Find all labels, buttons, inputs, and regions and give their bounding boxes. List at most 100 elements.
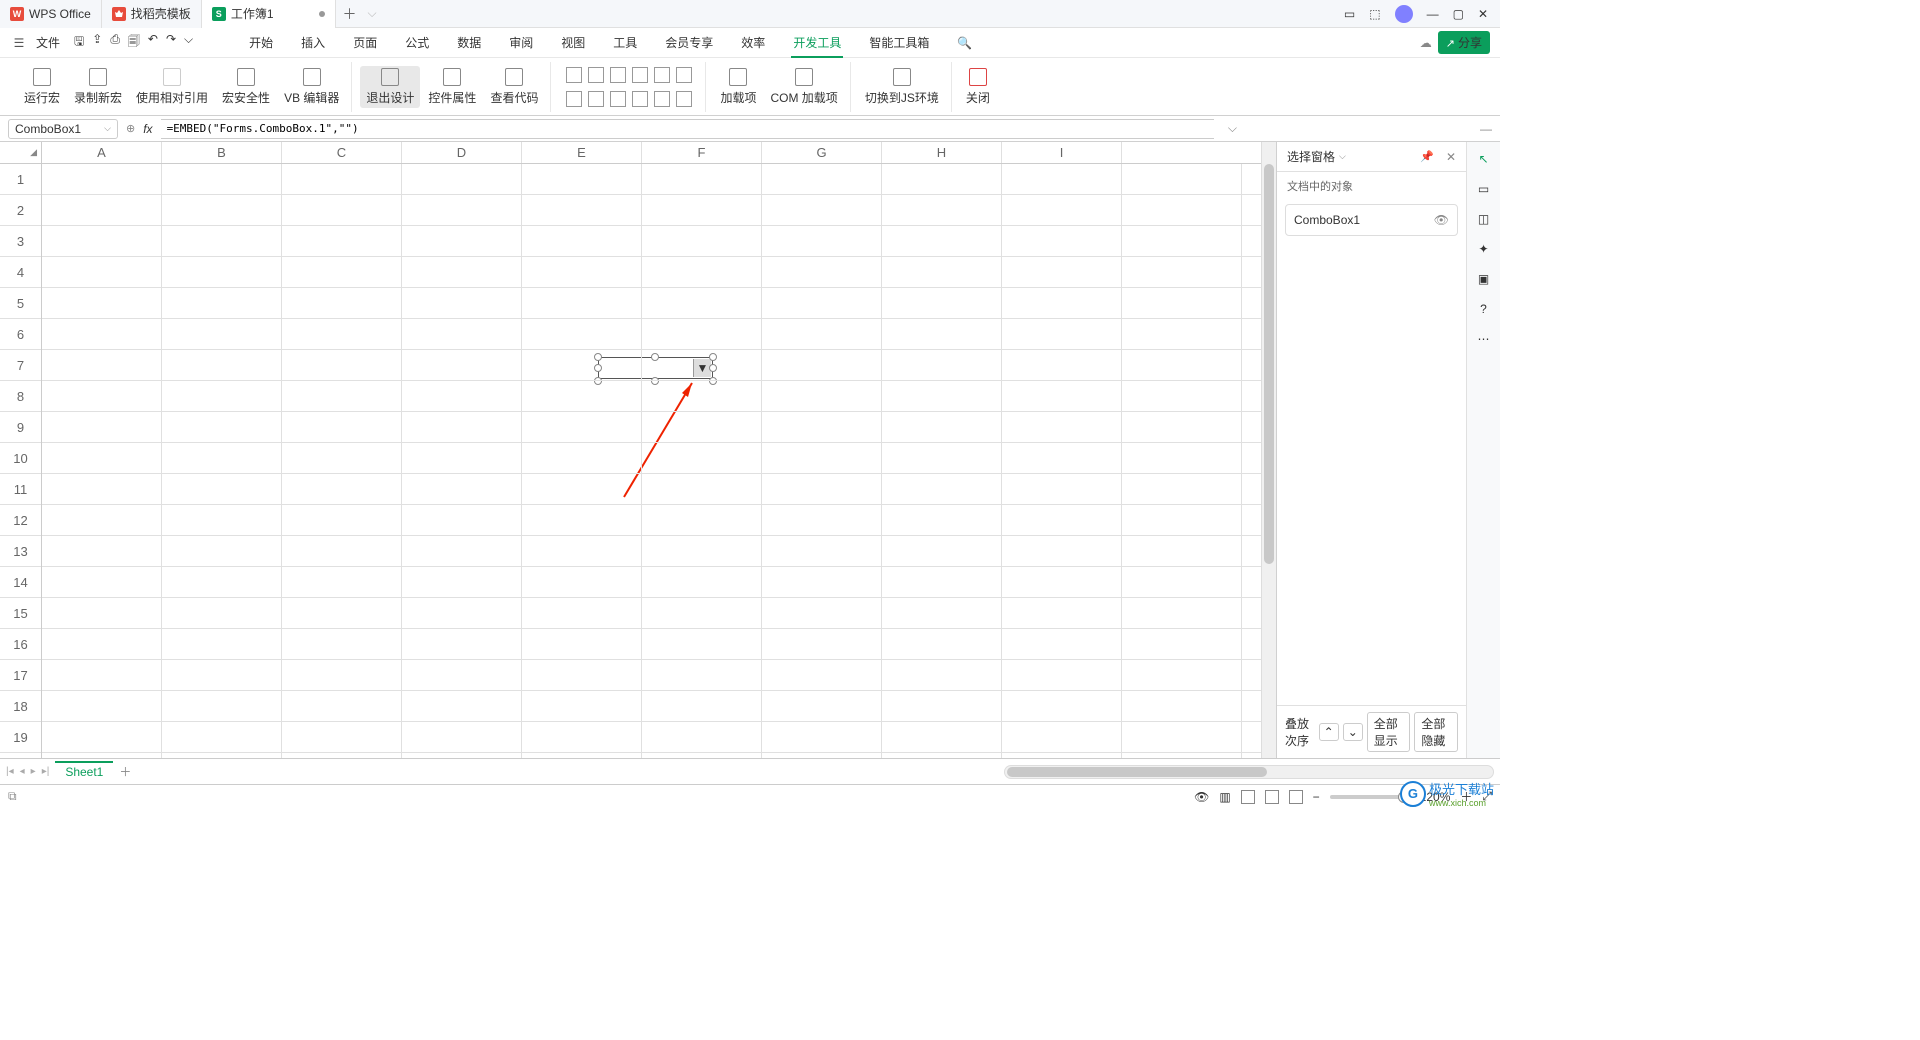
zoom-out-button[interactable]: − <box>1313 790 1320 804</box>
maximize-button[interactable]: ▢ <box>1453 7 1464 21</box>
row-header[interactable]: 19 <box>0 722 41 753</box>
more-icon[interactable]: ⋯ <box>1478 332 1490 346</box>
sheet-tab[interactable]: Sheet1 <box>55 762 113 782</box>
status-icon[interactable]: ⧉ <box>8 789 17 804</box>
row-header[interactable]: 11 <box>0 474 41 505</box>
ctrl-icon[interactable] <box>610 67 626 83</box>
vb-editor-button[interactable]: VB 编辑器 <box>278 66 345 108</box>
eye-icon[interactable]: 👁 <box>1194 790 1209 804</box>
shape-icon[interactable]: ✦ <box>1478 242 1488 256</box>
control-props-button[interactable]: 控件属性 <box>422 66 482 108</box>
row-header[interactable]: 14 <box>0 567 41 598</box>
expand-fbar-icon[interactable]: ⌵ <box>1228 121 1237 136</box>
switch-js-button[interactable]: 切换到JS环境 <box>859 66 945 108</box>
next-sheet-icon[interactable]: ▸ <box>31 766 36 777</box>
row-header[interactable]: 16 <box>0 629 41 660</box>
row-header[interactable]: 2 <box>0 195 41 226</box>
row-header[interactable]: 17 <box>0 660 41 691</box>
scroll-thumb[interactable] <box>1264 164 1274 564</box>
col-header[interactable]: I <box>1002 142 1122 163</box>
view-code-button[interactable]: 查看代码 <box>484 66 544 108</box>
panel-toggle-icon[interactable]: ▥ <box>1219 790 1230 804</box>
add-sheet-button[interactable]: ＋ <box>119 763 131 780</box>
fullscreen-icon[interactable]: ⤢ <box>1482 789 1492 804</box>
row-header[interactable]: 7 <box>0 350 41 381</box>
zoom-value[interactable]: 220% <box>1420 790 1451 804</box>
resize-handle[interactable] <box>594 377 602 385</box>
app-tab-wps[interactable]: W WPS Office <box>0 0 102 28</box>
row-header[interactable]: 8 <box>0 381 41 412</box>
row-header[interactable]: 18 <box>0 691 41 722</box>
ctrl-icon[interactable] <box>654 67 670 83</box>
ctrl-icon[interactable] <box>676 67 692 83</box>
avatar[interactable] <box>1395 5 1413 23</box>
com-addins-button[interactable]: COM 加载项 <box>764 66 843 108</box>
ctrl-icon[interactable] <box>632 91 648 107</box>
close-panel-button[interactable]: 关闭 <box>960 66 996 108</box>
vertical-scrollbar[interactable] <box>1261 142 1276 758</box>
layout-icon[interactable]: ▭ <box>1344 7 1355 21</box>
menu-efficiency[interactable]: 效率 <box>739 28 767 58</box>
hide-all-button[interactable]: 全部隐藏 <box>1414 712 1458 752</box>
row-header[interactable]: 5 <box>0 288 41 319</box>
menu-devtools[interactable]: 开发工具 <box>791 28 843 58</box>
close-pane-icon[interactable]: ✕ <box>1446 150 1456 164</box>
export-icon[interactable]: ⇪ <box>92 32 102 53</box>
row-header[interactable]: 6 <box>0 319 41 350</box>
pin-icon[interactable]: 📌 <box>1420 150 1434 163</box>
panel-icon[interactable]: ▭ <box>1478 182 1489 196</box>
col-header[interactable]: H <box>882 142 1002 163</box>
tab-dropdown-icon[interactable]: ⌵ <box>368 6 377 21</box>
menu-start[interactable]: 开始 <box>247 28 275 58</box>
hamburger-icon[interactable]: ☰ <box>10 34 28 52</box>
undo-icon[interactable]: ↶ <box>148 32 158 53</box>
record-macro-button[interactable]: 录制新宏 <box>68 66 128 108</box>
new-tab-button[interactable]: ＋ <box>336 4 364 24</box>
row-header[interactable]: 10 <box>0 443 41 474</box>
ctrl-icon[interactable] <box>654 91 670 107</box>
exit-design-button[interactable]: 退出设计 <box>360 66 420 108</box>
ctrl-icon[interactable] <box>676 91 692 107</box>
ctrl-icon[interactable] <box>588 67 604 83</box>
image-icon[interactable]: ▣ <box>1478 272 1489 286</box>
menu-smart[interactable]: 智能工具箱 <box>867 28 931 58</box>
run-macro-button[interactable]: 运行宏 <box>18 66 66 108</box>
menu-data[interactable]: 数据 <box>455 28 483 58</box>
zoom-in-button[interactable]: ＋ <box>1460 788 1472 805</box>
menu-member[interactable]: 会员专享 <box>663 28 715 58</box>
print-icon[interactable]: ⎙ <box>110 32 120 53</box>
col-header[interactable]: F <box>642 142 762 163</box>
ctrl-icon[interactable] <box>632 67 648 83</box>
collapse-icon[interactable]: — <box>1480 122 1492 136</box>
resize-handle[interactable] <box>709 353 717 361</box>
row-header[interactable]: 9 <box>0 412 41 443</box>
help-icon[interactable]: ? <box>1480 302 1487 316</box>
view-break-icon[interactable] <box>1289 790 1303 804</box>
horizontal-scrollbar[interactable] <box>1004 765 1494 779</box>
ctrl-icon[interactable] <box>566 91 582 107</box>
macro-security-button[interactable]: 宏安全性 <box>216 66 276 108</box>
last-sheet-icon[interactable]: ▸| <box>42 766 50 777</box>
col-header[interactable]: E <box>522 142 642 163</box>
zoom-field-icon[interactable]: ⊕ <box>126 122 135 135</box>
row-header[interactable]: 13 <box>0 536 41 567</box>
minimize-button[interactable]: — <box>1427 7 1439 21</box>
menu-page[interactable]: 页面 <box>351 28 379 58</box>
share-button[interactable]: ↗ 分享 <box>1438 31 1490 54</box>
resize-handle[interactable] <box>651 353 659 361</box>
zoom-slider[interactable] <box>1330 795 1410 799</box>
col-header[interactable]: B <box>162 142 282 163</box>
fx-icon[interactable]: fx <box>143 122 152 136</box>
app-tab-workbook[interactable]: S 工作簿1 <box>202 0 336 28</box>
resize-handle[interactable] <box>709 377 717 385</box>
spreadsheet-grid[interactable]: ◢ A B C D E F G H I 1 2 3 4 5 6 7 8 9 10 <box>0 142 1261 758</box>
select-all-corner[interactable]: ◢ <box>0 142 42 163</box>
show-all-button[interactable]: 全部显示 <box>1367 712 1411 752</box>
preview-icon[interactable]: 🗐 <box>128 32 140 53</box>
search-icon[interactable]: 🔍 <box>955 28 974 58</box>
app-tab-template[interactable]: 找稻壳模板 <box>102 0 202 28</box>
resize-handle[interactable] <box>594 353 602 361</box>
first-sheet-icon[interactable]: |◂ <box>6 766 14 777</box>
ctrl-icon[interactable] <box>566 67 582 83</box>
col-header[interactable]: D <box>402 142 522 163</box>
